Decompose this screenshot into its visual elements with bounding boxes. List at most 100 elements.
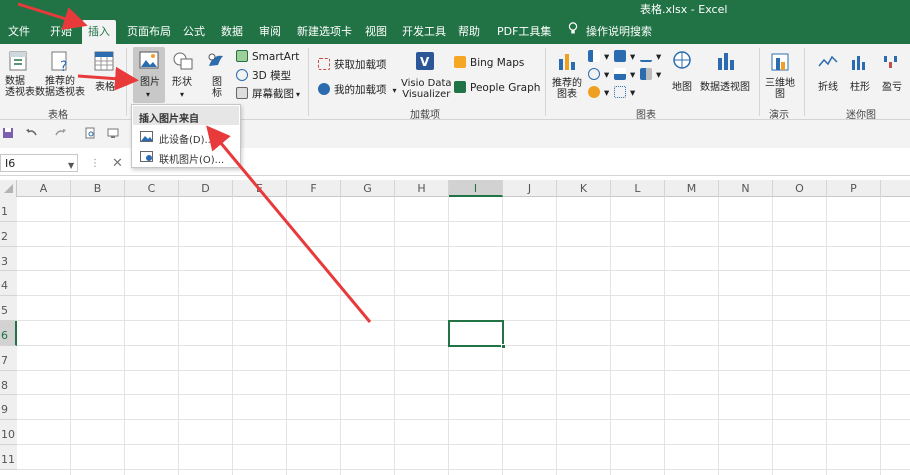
column-header-l[interactable]: L (611, 180, 665, 197)
online-pictures-menu-item[interactable]: 联机图片(O)... (136, 147, 238, 167)
row-header-2[interactable]: 2 (0, 221, 17, 247)
column-header-a[interactable]: A (17, 180, 71, 197)
table-button[interactable]: 表格 (90, 48, 118, 104)
tab-data[interactable]: 数据 (221, 23, 243, 39)
undo-icon[interactable] (25, 127, 37, 139)
row-header-7[interactable]: 7 (0, 345, 17, 371)
tab-page-layout[interactable]: 页面布局 (127, 23, 171, 39)
recommended-pivot-button[interactable]: ? 推荐的 数据透视表 (35, 48, 87, 104)
device-picture-icon (140, 131, 153, 142)
get-addins-button[interactable]: 获取加载项 (318, 57, 387, 72)
pivot-table-button[interactable]: 数据 透视表 (3, 48, 35, 104)
column-header-b[interactable]: B (71, 180, 125, 197)
tab-review[interactable]: 审阅 (259, 23, 281, 39)
sparkline-column-button[interactable]: 柱形 (846, 48, 874, 104)
map-chart-button[interactable]: 地图 (668, 48, 696, 104)
row-header-4[interactable]: 4 (0, 271, 17, 297)
line-chart-button[interactable]: ▾ (640, 50, 661, 63)
row-header-9[interactable]: 9 (0, 395, 17, 421)
screen-icon[interactable] (107, 127, 119, 139)
column-header-k[interactable]: K (557, 180, 611, 197)
tab-insert[interactable]: 插入 (82, 20, 116, 44)
column-chart-button[interactable]: ▾ (588, 50, 609, 63)
screenshot-button[interactable]: 屏幕截图 ▾ (236, 86, 300, 101)
gridline-vertical (556, 197, 557, 475)
visio-data-visualizer-button[interactable]: V Visio Data Visualizer (399, 48, 452, 104)
worksheet-grid[interactable]: ABCDEFGHIJKLMNOP 1 2 3 4 5 6 7 8 9 10 11 (0, 180, 910, 475)
print-preview-icon[interactable] (84, 127, 96, 139)
row-header-11[interactable]: 11 (0, 445, 17, 470)
gridline-vertical (772, 197, 773, 475)
tab-pdf-tools[interactable]: PDF工具集 (497, 23, 551, 39)
column-header-c[interactable]: C (125, 180, 179, 197)
save-icon[interactable] (2, 127, 14, 139)
row-header-5[interactable]: 5 (0, 296, 17, 321)
statistic-chart-button[interactable]: ▾ (614, 68, 635, 81)
my-addins-button[interactable]: 我的加载项 ▾ (318, 82, 397, 97)
table-label: 表格 (95, 82, 115, 93)
recommended-charts-button[interactable]: 推荐的 图表 (550, 48, 584, 104)
scatter-chart-icon (614, 86, 626, 98)
cancel-entry-button[interactable]: ✕ (112, 156, 123, 171)
gridline-horizontal (17, 394, 910, 396)
tab-home[interactable]: 开始 (50, 23, 72, 39)
people-graph-button[interactable]: People Graph (454, 81, 540, 94)
column-header-j[interactable]: J (503, 180, 557, 197)
waterfall-chart-button[interactable]: ▾ (640, 68, 661, 81)
tab-new-tab[interactable]: 新建选项卡 (297, 23, 352, 39)
smartart-button[interactable]: SmartArt (236, 50, 299, 63)
bing-maps-button[interactable]: Bing Maps (454, 56, 524, 69)
statistic-chart-icon (614, 68, 626, 80)
row-header-10[interactable]: 10 (0, 420, 17, 445)
redo-icon[interactable] (55, 127, 67, 139)
pivot-table-icon (9, 51, 27, 71)
column-header-m[interactable]: M (665, 180, 719, 197)
column-header-d[interactable]: D (179, 180, 233, 197)
bar-chart-button[interactable]: ▾ (614, 50, 635, 63)
tab-view[interactable]: 视图 (365, 23, 387, 39)
selected-cell[interactable] (448, 320, 506, 349)
fill-handle[interactable] (501, 343, 506, 349)
tab-formulas[interactable]: 公式 (183, 23, 205, 39)
gridline-horizontal (17, 468, 910, 470)
tell-me-search[interactable]: 操作说明搜索 (586, 23, 652, 39)
column-header-p[interactable]: P (827, 180, 881, 197)
row-header-8[interactable]: 8 (0, 370, 17, 396)
sparkline-line-icon (818, 55, 838, 67)
row-header-6[interactable]: 6 (0, 321, 17, 346)
tab-help[interactable]: 帮助 (458, 23, 480, 39)
pictures-button[interactable]: 图片 ▾ (133, 47, 165, 103)
chevron-down-icon[interactable]: ▼ (68, 161, 74, 170)
column-header-o[interactable]: O (773, 180, 827, 197)
shapes-button[interactable]: 形状 ▾ (168, 47, 198, 103)
column-header-h[interactable]: H (395, 180, 449, 197)
pivot-chart-button[interactable]: 数据透视图 (700, 48, 752, 104)
smartart-label: SmartArt (252, 51, 300, 63)
icons-button[interactable]: 图 标 (203, 47, 229, 103)
select-all-button[interactable] (0, 180, 17, 197)
3d-models-button[interactable]: 3D 模型 (236, 68, 291, 83)
column-header-n[interactable]: N (719, 180, 773, 197)
this-device-menu-item[interactable]: 此设备(D)... (136, 127, 238, 147)
combo-chart-button[interactable]: ▾ (588, 86, 609, 99)
row-header-3[interactable]: 3 (0, 246, 17, 272)
3d-map-button[interactable]: 三维地 图 (763, 48, 797, 104)
column-header-f[interactable]: F (287, 180, 341, 197)
sparkline-winloss-icon (884, 56, 897, 68)
tab-file[interactable]: 文件 (8, 23, 30, 39)
column-header-i[interactable]: I (449, 180, 503, 197)
sparkline-line-button[interactable]: 折线 (814, 48, 842, 104)
column-header-g[interactable]: G (341, 180, 395, 197)
row-header-1[interactable]: 1 (0, 197, 17, 222)
scatter-chart-button[interactable]: ▾ (614, 86, 635, 99)
pie-chart-button[interactable]: ▾ (588, 68, 609, 81)
name-box[interactable]: I6 (0, 154, 78, 172)
people-graph-icon (454, 81, 466, 93)
gridline-vertical (394, 197, 395, 475)
tab-developer[interactable]: 开发工具 (402, 23, 446, 39)
sparkline-winloss-button[interactable]: 盈亏 (878, 48, 908, 104)
gridline-horizontal (17, 419, 910, 421)
pictures-label: 图片 (140, 77, 160, 88)
column-header-e[interactable]: E (233, 180, 287, 197)
gridline-horizontal (17, 270, 910, 272)
